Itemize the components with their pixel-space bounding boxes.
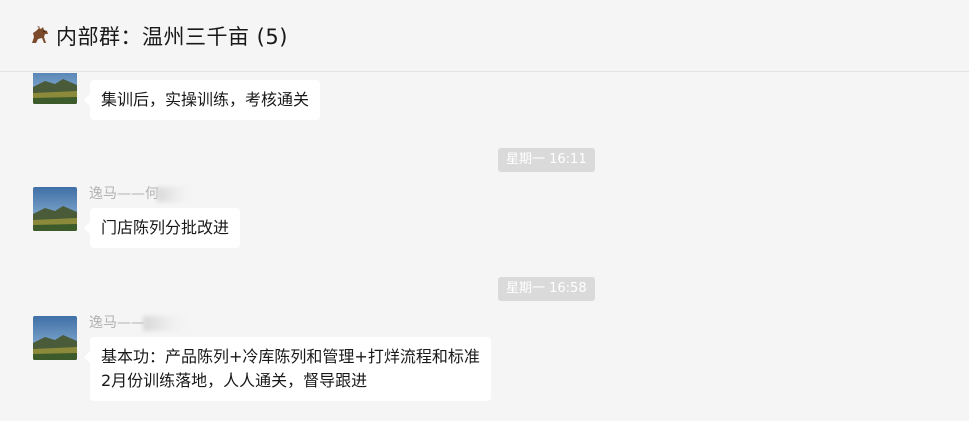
sender-name: 逸马—— [89,312,187,332]
message-text-line-2: 2月份训练落地，人人通关，督导跟进 [101,371,368,390]
message-bubble[interactable]: 基本功：产品陈列+冷库陈列和管理+打烊流程和标准 2月份训练落地，人人通关，督导… [84,337,491,401]
redacted-name [157,186,191,202]
sender-name-text: 逸马—— [89,315,145,331]
avatar[interactable] [33,187,77,231]
timestamp: 星期一 16:58 [498,277,595,301]
horse-icon [28,24,52,48]
chat-header: 内部群：温州三千亩 (5) [0,0,969,72]
sender-name: 逸马——何 [89,183,191,203]
message-list[interactable]: 集训后，实操训练，考核通关 星期一 16:11 逸马——何 门店陈列分批改进 星… [0,73,969,421]
chat-title: 内部群：温州三千亩 (5) [56,24,288,49]
redacted-name [143,315,187,331]
chat-window: 内部群：温州三千亩 (5) 集训后，实操训练，考核通关 星期一 16:11 逸马… [0,0,969,421]
message-bubble[interactable]: 门店陈列分批改进 [83,208,241,248]
message-text-line-1: 基本功：产品陈列+冷库陈列和管理+打烊流程和标准 [101,347,480,366]
avatar[interactable] [33,73,77,104]
timestamp: 星期一 16:11 [498,148,595,172]
message-text: 集训后，实操训练，考核通关 [101,90,310,109]
message-text: 门店陈列分批改进 [101,218,230,237]
avatar[interactable] [33,316,77,360]
message-bubble[interactable]: 集训后，实操训练，考核通关 [83,80,321,120]
sender-name-text: 逸马——何 [89,186,159,202]
